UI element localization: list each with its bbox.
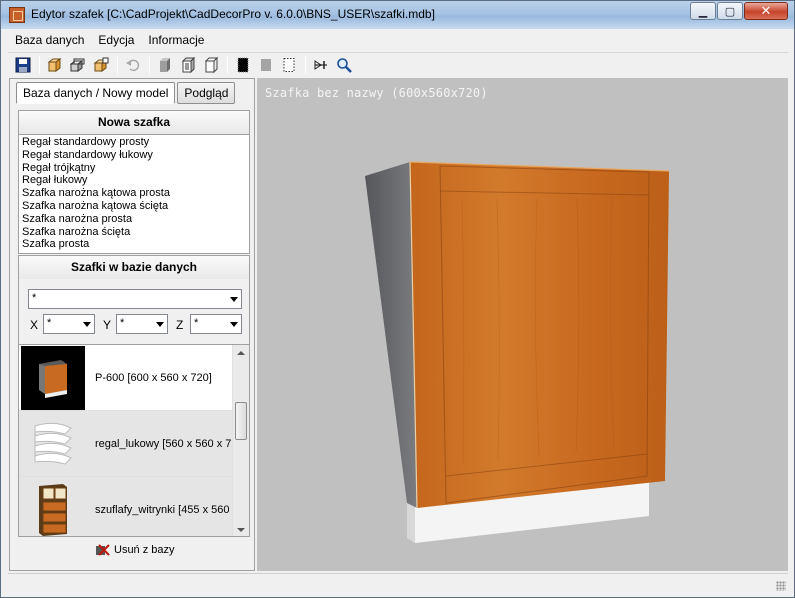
list-item[interactable]: Szafka narożna kątowa ścięta xyxy=(22,200,246,213)
scroll-down-icon[interactable] xyxy=(237,528,245,532)
drawers-thumbnail xyxy=(21,478,85,536)
app-icon xyxy=(9,7,25,23)
cube-open-icon xyxy=(70,58,85,72)
toolbar xyxy=(8,52,788,76)
status-bar xyxy=(8,573,788,593)
cube-new-icon xyxy=(47,57,62,72)
filter-main-select[interactable]: * xyxy=(28,289,242,309)
z-label: Z xyxy=(176,318,184,332)
cabinet-3d-model[interactable] xyxy=(257,78,788,571)
new-cabinet-header: Nowa szafka xyxy=(19,111,249,135)
list-item[interactable]: regal_lukowy [560 x 560 x 720] xyxy=(19,411,249,477)
scroll-thumb[interactable] xyxy=(235,402,247,440)
new-cabinet-section: Nowa szafka Regał standardowy prosty Reg… xyxy=(18,110,250,254)
zoom-button[interactable] xyxy=(333,54,355,76)
save-button[interactable] xyxy=(12,54,34,76)
3d-viewport[interactable]: Szafka bez nazwy (600x560x720) xyxy=(257,78,788,571)
menu-informacje[interactable]: Informacje xyxy=(141,31,211,51)
editor-window: Edytor szafek [C:\CadProjekt\CadDecorPro… xyxy=(0,0,795,598)
list-item[interactable]: Szafka narożna prosta xyxy=(22,213,246,226)
list-item[interactable]: P-600 [600 x 560 x 720] xyxy=(19,345,249,411)
list-item[interactable]: Regał standardowy łukowy xyxy=(22,149,246,162)
vise-button[interactable] xyxy=(310,54,332,76)
box-copy-icon xyxy=(181,56,196,73)
box-solid-button[interactable] xyxy=(154,54,176,76)
frame-dashed-button[interactable] xyxy=(278,54,300,76)
delete-icon xyxy=(96,544,110,556)
x-label: X xyxy=(30,318,39,332)
list-scrollbar[interactable] xyxy=(232,345,249,536)
cabinet-thumbnail xyxy=(21,346,85,410)
close-button[interactable]: ✕ xyxy=(744,2,788,20)
list-item[interactable]: Regał łukowy xyxy=(22,174,246,187)
x-filter-select[interactable]: * xyxy=(43,314,95,334)
db-cabinet-list: P-600 [600 x 560 x 720] regal_lukowy [56… xyxy=(18,344,250,537)
undo-button[interactable] xyxy=(122,54,144,76)
filter-panel: * X * Y * Z * xyxy=(18,279,250,345)
y-label: Y xyxy=(103,318,112,332)
left-panel: Baza danych / Nowy model Podgląd Nowa sz… xyxy=(9,78,255,571)
title-bar[interactable]: Edytor szafek [C:\CadProjekt\CadDecorPro… xyxy=(1,1,794,29)
box-solid-icon xyxy=(160,57,170,72)
list-item[interactable]: Regał trójkątny xyxy=(22,162,246,175)
minimize-button[interactable]: ▁ xyxy=(690,2,716,20)
fill-gray-icon xyxy=(261,58,271,71)
zoom-icon xyxy=(337,57,352,73)
list-item[interactable]: Szafka narożna ścięta xyxy=(22,226,246,239)
scroll-up-icon[interactable] xyxy=(237,351,245,355)
z-filter-select[interactable]: * xyxy=(190,314,242,334)
delete-from-db-button[interactable]: Usuń z bazy xyxy=(96,544,175,556)
chevron-down-icon xyxy=(156,322,164,327)
side-panel xyxy=(365,162,417,508)
cabinet-label: regal_lukowy [560 x 560 x 720] xyxy=(95,438,247,450)
list-item[interactable]: Szafka narożna kątowa prosta xyxy=(22,187,246,200)
list-item[interactable]: Szafka prosta xyxy=(22,238,246,251)
chevron-down-icon xyxy=(230,322,238,327)
chevron-down-icon xyxy=(230,297,238,302)
db-cabinets-header: Szafki w bazie danych xyxy=(19,256,249,280)
cabinet-label: szuflafy_witrynki [455 x 560 x 720] xyxy=(95,504,250,516)
delete-label: Usuń z bazy xyxy=(114,544,175,556)
tab-database[interactable]: Baza danych / Nowy model xyxy=(16,82,176,104)
new-cabinet-button[interactable] xyxy=(44,54,66,76)
vise-icon xyxy=(314,59,327,70)
fill-black-button[interactable] xyxy=(232,54,254,76)
undo-icon xyxy=(126,59,140,71)
copy-cabinet-button[interactable] xyxy=(90,54,112,76)
tab-preview[interactable]: Podgląd xyxy=(177,82,236,104)
frame-dashed-icon xyxy=(283,57,295,72)
db-cabinets-section: Szafki w bazie danych xyxy=(18,255,250,280)
open-cabinet-button[interactable] xyxy=(67,54,89,76)
box-outline-icon xyxy=(204,56,219,73)
menu-baza-danych[interactable]: Baza danych xyxy=(8,31,91,51)
fill-gray-button[interactable] xyxy=(255,54,277,76)
viewport-caption: Szafka bez nazwy (600x560x720) xyxy=(265,86,488,100)
resize-grip-icon[interactable] xyxy=(776,581,786,591)
new-cabinet-list: Regał standardowy prosty Regał standardo… xyxy=(19,135,249,252)
cabinet-label: P-600 [600 x 560 x 720] xyxy=(95,372,212,384)
box-copy-button[interactable] xyxy=(177,54,199,76)
window-title: Edytor szafek [C:\CadProjekt\CadDecorPro… xyxy=(31,7,435,21)
list-item[interactable]: Regał standardowy prosty xyxy=(22,136,246,149)
save-icon xyxy=(15,57,31,72)
menu-edycja[interactable]: Edycja xyxy=(91,31,141,51)
chevron-down-icon xyxy=(83,322,91,327)
y-filter-select[interactable]: * xyxy=(116,314,168,334)
maximize-button[interactable]: ▢ xyxy=(717,2,743,20)
list-item[interactable]: szuflafy_witrynki [455 x 560 x 720] xyxy=(19,477,250,536)
fill-black-icon xyxy=(237,57,249,72)
round-shelf-thumbnail xyxy=(21,412,85,476)
cube-copy-icon xyxy=(93,57,109,72)
box-outline-button[interactable] xyxy=(200,54,222,76)
menu-bar: Baza danych Edycja Informacje xyxy=(8,31,788,51)
